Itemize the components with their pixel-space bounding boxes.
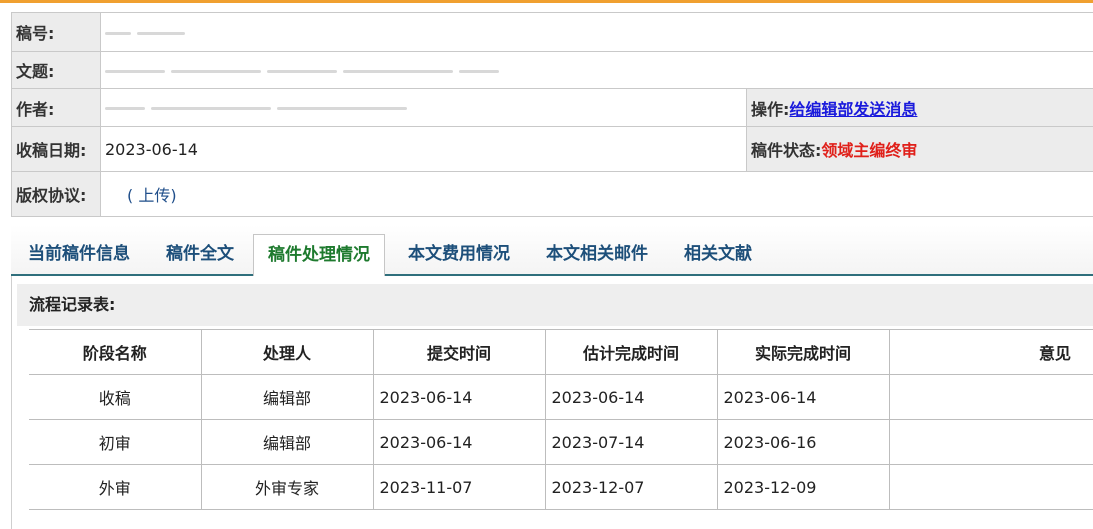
received-date-value: 2023-06-14 xyxy=(100,126,747,172)
redacted-text xyxy=(267,69,337,73)
tab-references[interactable]: 相关文献 xyxy=(684,234,752,276)
col-header-estimated-time: 估计完成时间 xyxy=(544,329,718,375)
redacted-text xyxy=(105,69,165,73)
estimated-time-cell: 2023-06-14 xyxy=(544,374,718,420)
opinion-cell xyxy=(888,464,1093,510)
copyright-value: ( 上传) xyxy=(100,171,1093,217)
estimated-time-cell: 2023-07-14 xyxy=(544,419,718,465)
opinion-cell xyxy=(888,374,1093,420)
actual-time-cell: 2023-06-14 xyxy=(716,374,890,420)
tab-fees[interactable]: 本文费用情况 xyxy=(408,234,510,276)
tab-bar: 当前稿件信息 稿件全文 稿件处理情况 本文费用情况 本文相关邮件 相关文献 xyxy=(11,225,1093,278)
received-date-label: 收稿日期: xyxy=(11,126,101,172)
redacted-text xyxy=(105,107,145,110)
send-message-link[interactable]: 给编辑部发送消息 xyxy=(789,100,917,119)
tab-fulltext[interactable]: 稿件全文 xyxy=(166,234,234,276)
handler-cell: 外审专家 xyxy=(200,464,374,510)
operation-cell: 操作:给编辑部发送消息 xyxy=(746,88,1093,127)
col-header-opinion: 意见 xyxy=(888,329,1093,375)
author-value xyxy=(100,88,747,127)
processing-panel: 流程记录表: 阶段名称 处理人 提交时间 估计完成时间 实际完成时间 意见 收稿… xyxy=(11,276,1093,529)
stage-cell: 初审 xyxy=(29,419,202,465)
process-record-table: 阶段名称 处理人 提交时间 估计完成时间 实际完成时间 意见 收稿 编辑部 20… xyxy=(29,329,1093,510)
table-row: 初审 编辑部 2023-06-14 2023-07-14 2023-06-16 xyxy=(29,419,1093,465)
tab-current-info[interactable]: 当前稿件信息 xyxy=(28,234,130,276)
status-cell: 稿件状态:领域主编终审 xyxy=(746,126,1093,172)
status-value: 领域主编终审 xyxy=(821,141,918,160)
col-header-handler: 处理人 xyxy=(200,329,374,375)
tab-processing[interactable]: 稿件处理情况 xyxy=(253,234,385,278)
top-accent-line xyxy=(0,0,1093,3)
table-row: 收稿 编辑部 2023-06-14 2023-06-14 2023-06-14 xyxy=(29,374,1093,420)
submit-time-cell: 2023-06-14 xyxy=(372,419,546,465)
manuscript-no-label: 稿号: xyxy=(11,12,101,52)
redacted-text xyxy=(137,31,185,35)
operation-label: 操作: xyxy=(751,99,790,119)
table-row: 外审 外审专家 2023-11-07 2023-12-07 2023-12-09 xyxy=(29,464,1093,510)
title-value xyxy=(100,51,1093,89)
manuscript-no-value xyxy=(100,12,1093,52)
redacted-text xyxy=(277,107,407,110)
manuscript-info-table: 稿号: 文题: 作者: 操作:给编辑部发送消息 收稿日期: 2023-06-14… xyxy=(11,12,1093,217)
redacted-text xyxy=(171,69,261,73)
col-header-actual-time: 实际完成时间 xyxy=(716,329,890,375)
col-header-submit-time: 提交时间 xyxy=(372,329,546,375)
handler-cell: 编辑部 xyxy=(200,419,374,465)
col-header-stage: 阶段名称 xyxy=(29,329,202,375)
redacted-text xyxy=(151,107,271,110)
handler-cell: 编辑部 xyxy=(200,374,374,420)
submit-time-cell: 2023-06-14 xyxy=(372,374,546,420)
opinion-cell xyxy=(888,419,1093,465)
status-label: 稿件状态: xyxy=(751,141,822,160)
redacted-text xyxy=(459,69,499,73)
title-label: 文题: xyxy=(11,51,101,89)
stage-cell: 外审 xyxy=(29,464,202,510)
estimated-time-cell: 2023-12-07 xyxy=(544,464,718,510)
redacted-text xyxy=(343,69,453,73)
copyright-label: 版权协议: xyxy=(11,171,101,217)
actual-time-cell: 2023-06-16 xyxy=(716,419,890,465)
process-heading: 流程记录表: xyxy=(17,284,1093,326)
tab-emails[interactable]: 本文相关邮件 xyxy=(546,234,648,276)
submit-time-cell: 2023-11-07 xyxy=(372,464,546,510)
author-label: 作者: xyxy=(11,88,101,127)
stage-cell: 收稿 xyxy=(29,374,202,420)
redacted-text xyxy=(105,31,131,35)
actual-time-cell: 2023-12-09 xyxy=(716,464,890,510)
upload-link[interactable]: ( 上传) xyxy=(127,186,177,205)
